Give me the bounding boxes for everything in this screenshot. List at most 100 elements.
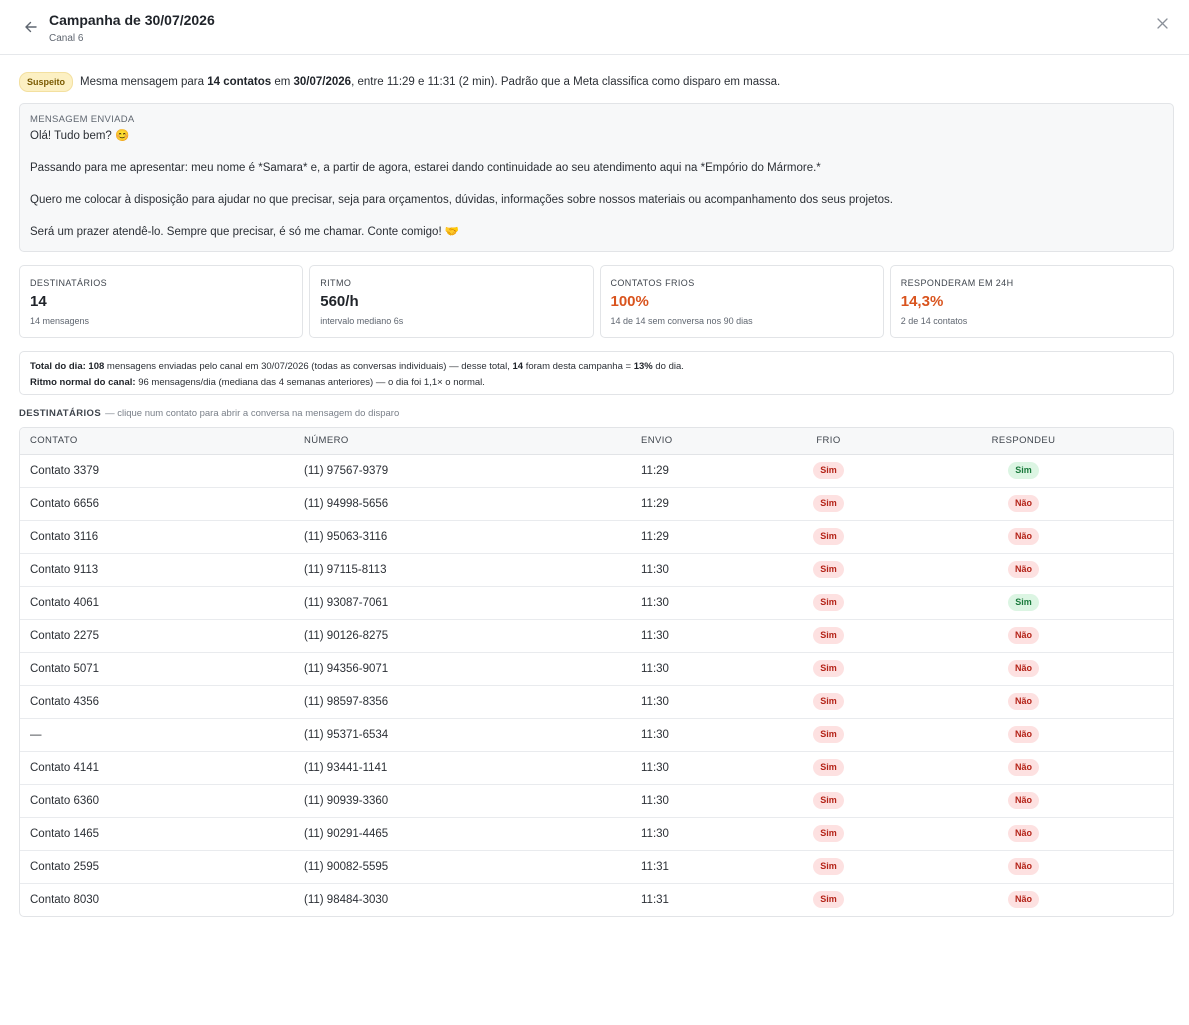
respondeu-badge: Não <box>1007 627 1039 644</box>
cell-envio: 11:30 <box>631 618 783 652</box>
cell-respondeu: Sim <box>874 454 1173 487</box>
cell-frio: Sim <box>783 750 874 784</box>
frio-badge: Sim <box>813 858 844 875</box>
col-header-numero: NÚMERO <box>294 428 631 455</box>
cell-contato[interactable]: Contato 4141 <box>20 750 294 784</box>
stat-label: RITMO <box>320 278 352 288</box>
cell-envio: 11:31 <box>631 882 783 916</box>
message-line: Olá! Tudo bem? 😊 <box>30 130 130 142</box>
message-line: Será um prazer atendê-lo. Sempre que pre… <box>30 226 460 238</box>
frio-badge: Sim <box>813 528 844 545</box>
respondeu-badge: Não <box>1007 528 1039 545</box>
cell-contato[interactable]: Contato 1465 <box>20 816 294 850</box>
cell-contato[interactable]: Contato 2275 <box>20 618 294 652</box>
cell-respondeu: Não <box>874 519 1173 553</box>
cell-respondeu: Não <box>874 552 1173 586</box>
recipients-title: DESTINATÁRIOS <box>19 408 102 419</box>
table-row[interactable]: Contato 9113 (11) 97115-8113 11:30 Sim Não <box>20 552 1173 586</box>
frio-badge: Sim <box>813 792 844 809</box>
cell-frio: Sim <box>783 651 874 685</box>
title-block: Campanha de 30/07/2026 Canal 6 <box>49 12 215 44</box>
cell-respondeu: Não <box>874 684 1173 718</box>
summary-total-label: Total do dia: <box>30 361 86 372</box>
cell-envio: 11:30 <box>631 750 783 784</box>
back-button[interactable] <box>22 18 40 36</box>
close-button[interactable] <box>1155 16 1169 30</box>
cell-contato[interactable]: Contato 6656 <box>20 486 294 520</box>
summary-line-total: Total do dia: 108 mensagens enviadas pel… <box>30 359 1163 375</box>
message-line: Quero me colocar à disposição para ajuda… <box>30 194 893 206</box>
cell-contato[interactable]: Contato 5071 <box>20 651 294 685</box>
stat-value: 100% <box>610 293 649 310</box>
table-row[interactable]: Contato 8030 (11) 98484-3030 11:31 Sim Não <box>20 882 1173 916</box>
cell-numero: (11) 97567-9379 <box>304 464 389 477</box>
stat-sub: 2 de 14 contatos <box>900 316 968 326</box>
frio-badge: Sim <box>813 627 844 644</box>
stats-row: DESTINATÁRIOS 14 14 mensagens RITMO 560/h int… <box>19 265 1174 338</box>
alert-text-part: , entre 11:29 e 11:31 (2 min). Padrão qu… <box>351 76 781 88</box>
table-row[interactable]: — (11) 95371-6534 11:30 Sim Não <box>20 717 1173 751</box>
table-row[interactable]: Contato 3379 (11) 97567-9379 11:29 Sim Sim <box>20 454 1173 487</box>
summary-text: 96 mensagens/dia (mediana das 4 semanas … <box>135 377 485 388</box>
cell-respondeu: Não <box>874 486 1173 520</box>
cell-frio: Sim <box>783 552 874 586</box>
cell-envio: 11:30 <box>631 651 783 685</box>
summary-normal-label: Ritmo normal do canal: <box>30 377 136 388</box>
cell-frio: Sim <box>783 486 874 520</box>
table-row[interactable]: Contato 2595 (11) 90082-5595 11:31 Sim Não <box>20 849 1173 883</box>
summary-campaign-percent: 13% <box>633 361 653 372</box>
stat-value: 560/h <box>320 293 359 310</box>
cell-numero: (11) 95063-3116 <box>294 519 631 553</box>
frio-badge: Sim <box>813 759 844 776</box>
cell-respondeu: Não <box>874 882 1173 916</box>
alert-text: Mesma mensagem para 14 contatos em 30/07… <box>80 76 780 88</box>
cell-contato[interactable]: — <box>20 717 294 751</box>
respondeu-badge: Não <box>1007 561 1039 578</box>
cell-contato[interactable]: Contato 3379 <box>20 454 294 487</box>
cell-contato[interactable]: Contato 4356 <box>20 684 294 718</box>
cell-envio: 11:29 <box>641 464 669 477</box>
cell-numero: (11) 90291-4465 <box>294 816 631 850</box>
summary-line-normal: Ritmo normal do canal: 96 mensagens/dia … <box>30 375 1163 391</box>
cell-contato[interactable]: Contato 2595 <box>20 849 294 883</box>
day-summary: Total do dia: 108 mensagens enviadas pel… <box>19 351 1174 395</box>
cell-numero: (11) 95371-6534 <box>294 717 631 751</box>
cell-envio: 11:30 <box>631 717 783 751</box>
cell-contato[interactable]: Contato 8030 <box>20 882 294 916</box>
cell-contato[interactable]: Contato 9113 <box>20 552 294 586</box>
cell-envio: 11:30 <box>631 783 783 817</box>
cell-contato[interactable]: Contato 6360 <box>20 783 294 817</box>
message-line: Passando para me apresentar: meu nome é … <box>30 162 821 174</box>
arrow-left-icon <box>25 21 37 33</box>
frio-badge: Sim <box>813 726 844 743</box>
cell-envio: 11:29 <box>631 519 783 553</box>
table-row[interactable]: Contato 4356 (11) 98597-8356 11:30 Sim Não <box>20 684 1173 718</box>
cell-numero: (11) 94998-5656 <box>294 486 631 520</box>
table-row[interactable]: Contato 1465 (11) 90291-4465 11:30 Sim Não <box>20 816 1173 850</box>
cell-respondeu: Não <box>874 717 1173 751</box>
cell-frio: Sim <box>783 783 874 817</box>
cell-respondeu: Sim <box>874 585 1173 619</box>
cell-envio: 11:31 <box>631 849 783 883</box>
stat-card: CONTATOS FRIOS 100% 14 de 14 sem conversa … <box>599 265 884 338</box>
cell-envio: 11:30 <box>631 585 783 619</box>
table-header-row: CONTATO NÚMERO ENVIO FRIO RESPONDEU <box>20 428 1173 455</box>
summary-campaign-count: 14 <box>512 361 524 372</box>
table-row[interactable]: Contato 5071 (11) 94356-9071 11:30 Sim Não <box>20 651 1173 685</box>
cell-contato[interactable]: Contato 4061 <box>20 585 294 619</box>
col-header-frio: FRIO <box>783 428 874 455</box>
respondeu-badge: Não <box>1007 792 1039 809</box>
frio-badge: Sim <box>813 561 844 578</box>
table-row[interactable]: Contato 3116 (11) 95063-3116 11:29 Sim Não <box>20 519 1173 553</box>
table-row[interactable]: Contato 4061 (11) 93087-7061 11:30 Sim Sim <box>20 585 1173 619</box>
cell-contato[interactable]: Contato 3116 <box>20 519 294 553</box>
table-row[interactable]: Contato 6360 (11) 90939-3360 11:30 Sim Não <box>20 783 1173 817</box>
summary-total-value: 108 <box>88 361 105 372</box>
cell-respondeu: Não <box>874 783 1173 817</box>
table-row[interactable]: Contato 4141 (11) 93441-1141 11:30 Sim Não <box>20 750 1173 784</box>
table-row[interactable]: Contato 2275 (11) 90126-8275 11:30 Sim Não <box>20 618 1173 652</box>
table-row[interactable]: Contato 6656 (11) 94998-5656 11:29 Sim Não <box>20 486 1173 520</box>
respondeu-badge: Sim <box>1008 462 1039 479</box>
stat-label: RESPONDERAM EM 24H <box>900 278 1014 288</box>
